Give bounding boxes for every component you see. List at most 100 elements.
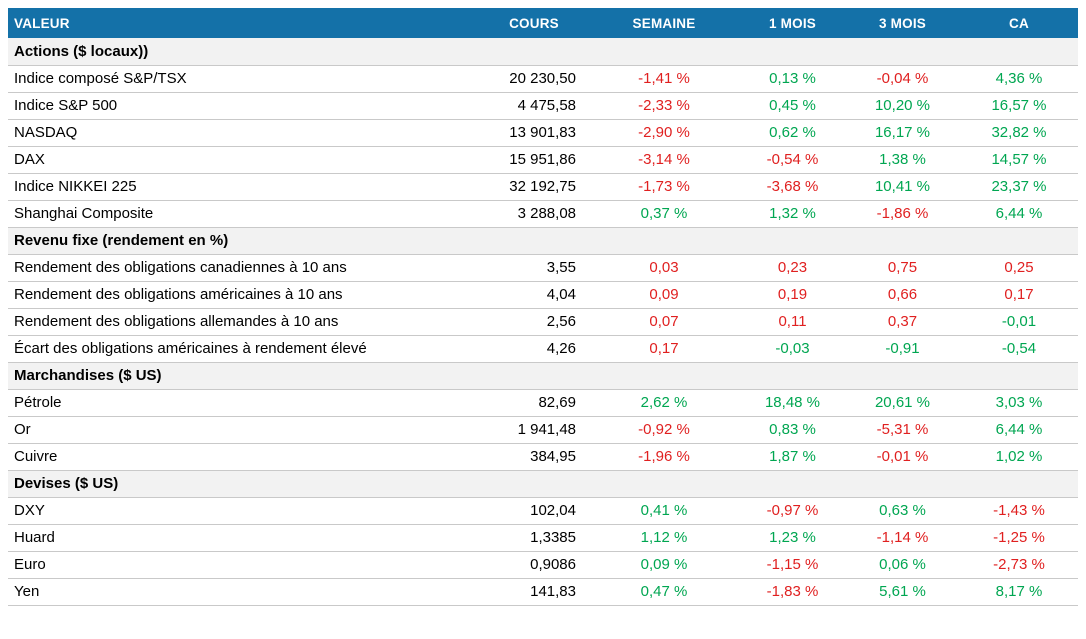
semaine-value: -0,92 % <box>588 416 740 443</box>
section-row: Actions ($ locaux)) <box>8 38 1078 65</box>
3mois-value: 10,41 % <box>845 173 960 200</box>
row-label: Pétrole <box>8 389 480 416</box>
1mois-value: 0,45 % <box>740 92 845 119</box>
ca-value: -1,25 % <box>960 524 1078 551</box>
3mois-value: 1,38 % <box>845 146 960 173</box>
semaine-value: -2,90 % <box>588 119 740 146</box>
ca-value: 3,03 % <box>960 389 1078 416</box>
semaine-value: 0,09 % <box>588 551 740 578</box>
row-label: NASDAQ <box>8 119 480 146</box>
row-label: Yen <box>8 578 480 605</box>
section-row: Marchandises ($ US) <box>8 362 1078 389</box>
1mois-value: -3,68 % <box>740 173 845 200</box>
1mois-value: -0,97 % <box>740 497 845 524</box>
market-summary-table: VALEUR COURS SEMAINE 1 MOIS 3 MOIS CA Ac… <box>8 8 1078 606</box>
1mois-value: 0,83 % <box>740 416 845 443</box>
cours-value: 0,9086 <box>480 551 588 578</box>
cours-value: 3 288,08 <box>480 200 588 227</box>
ca-value: -1,43 % <box>960 497 1078 524</box>
row-label: Or <box>8 416 480 443</box>
1mois-value: 1,32 % <box>740 200 845 227</box>
3mois-value: 20,61 % <box>845 389 960 416</box>
3mois-value: -0,04 % <box>845 65 960 92</box>
row-label: Rendement des obligations américaines à … <box>8 281 480 308</box>
column-header-semaine: SEMAINE <box>588 8 740 38</box>
row-label: DXY <box>8 497 480 524</box>
semaine-value: 2,62 % <box>588 389 740 416</box>
table-row: Indice S&P 5004 475,58-2,33 %0,45 %10,20… <box>8 92 1078 119</box>
cours-value: 384,95 <box>480 443 588 470</box>
column-header-3mois: 3 MOIS <box>845 8 960 38</box>
column-header-1mois: 1 MOIS <box>740 8 845 38</box>
cours-value: 32 192,75 <box>480 173 588 200</box>
3mois-value: 0,75 <box>845 254 960 281</box>
cours-value: 15 951,86 <box>480 146 588 173</box>
row-label: Rendement des obligations canadiennes à … <box>8 254 480 281</box>
ca-value: 8,17 % <box>960 578 1078 605</box>
section-row: Devises ($ US) <box>8 470 1078 497</box>
3mois-value: -1,14 % <box>845 524 960 551</box>
3mois-value: -1,86 % <box>845 200 960 227</box>
ca-value: 0,25 <box>960 254 1078 281</box>
section-title: Actions ($ locaux)) <box>8 38 1078 65</box>
3mois-value: -0,91 <box>845 335 960 362</box>
ca-value: -0,54 <box>960 335 1078 362</box>
row-label: Écart des obligations américaines à rend… <box>8 335 480 362</box>
cours-value: 102,04 <box>480 497 588 524</box>
1mois-value: 0,19 <box>740 281 845 308</box>
ca-value: 0,17 <box>960 281 1078 308</box>
table-row: DAX15 951,86-3,14 %-0,54 %1,38 %14,57 % <box>8 146 1078 173</box>
row-label: Indice NIKKEI 225 <box>8 173 480 200</box>
3mois-value: 10,20 % <box>845 92 960 119</box>
semaine-value: 0,03 <box>588 254 740 281</box>
row-label: DAX <box>8 146 480 173</box>
semaine-value: 0,37 % <box>588 200 740 227</box>
ca-value: -2,73 % <box>960 551 1078 578</box>
ca-value: 23,37 % <box>960 173 1078 200</box>
semaine-value: 0,09 <box>588 281 740 308</box>
row-label: Shanghai Composite <box>8 200 480 227</box>
ca-value: -0,01 <box>960 308 1078 335</box>
3mois-value: -0,01 % <box>845 443 960 470</box>
semaine-value: 0,17 <box>588 335 740 362</box>
1mois-value: -1,15 % <box>740 551 845 578</box>
cours-value: 4,26 <box>480 335 588 362</box>
row-label: Cuivre <box>8 443 480 470</box>
cours-value: 1 941,48 <box>480 416 588 443</box>
semaine-value: -1,96 % <box>588 443 740 470</box>
header-row: VALEUR COURS SEMAINE 1 MOIS 3 MOIS CA <box>8 8 1078 38</box>
ca-value: 16,57 % <box>960 92 1078 119</box>
table-row: Rendement des obligations américaines à … <box>8 281 1078 308</box>
semaine-value: -1,41 % <box>588 65 740 92</box>
section-title: Revenu fixe (rendement en %) <box>8 227 1078 254</box>
table-row: Cuivre384,95-1,96 %1,87 %-0,01 %1,02 % <box>8 443 1078 470</box>
cours-value: 141,83 <box>480 578 588 605</box>
column-header-valeur: VALEUR <box>8 8 480 38</box>
row-label: Rendement des obligations allemandes à 1… <box>8 308 480 335</box>
1mois-value: 0,23 <box>740 254 845 281</box>
table-row: Indice NIKKEI 22532 192,75-1,73 %-3,68 %… <box>8 173 1078 200</box>
table-row: Huard1,33851,12 %1,23 %-1,14 %-1,25 % <box>8 524 1078 551</box>
1mois-value: 1,23 % <box>740 524 845 551</box>
semaine-value: -1,73 % <box>588 173 740 200</box>
section-row: Revenu fixe (rendement en %) <box>8 227 1078 254</box>
semaine-value: 0,07 <box>588 308 740 335</box>
column-header-ca: CA <box>960 8 1078 38</box>
cours-value: 2,56 <box>480 308 588 335</box>
1mois-value: 0,11 <box>740 308 845 335</box>
valeurs-table: VALEUR COURS SEMAINE 1 MOIS 3 MOIS CA Ac… <box>8 8 1078 606</box>
table-row: Écart des obligations américaines à rend… <box>8 335 1078 362</box>
ca-value: 4,36 % <box>960 65 1078 92</box>
3mois-value: 5,61 % <box>845 578 960 605</box>
table-body: Actions ($ locaux))Indice composé S&P/TS… <box>8 38 1078 605</box>
ca-value: 6,44 % <box>960 416 1078 443</box>
1mois-value: 1,87 % <box>740 443 845 470</box>
ca-value: 14,57 % <box>960 146 1078 173</box>
table-row: Rendement des obligations allemandes à 1… <box>8 308 1078 335</box>
1mois-value: 0,13 % <box>740 65 845 92</box>
cours-value: 13 901,83 <box>480 119 588 146</box>
semaine-value: -2,33 % <box>588 92 740 119</box>
semaine-value: 1,12 % <box>588 524 740 551</box>
cours-value: 82,69 <box>480 389 588 416</box>
cours-value: 4,04 <box>480 281 588 308</box>
